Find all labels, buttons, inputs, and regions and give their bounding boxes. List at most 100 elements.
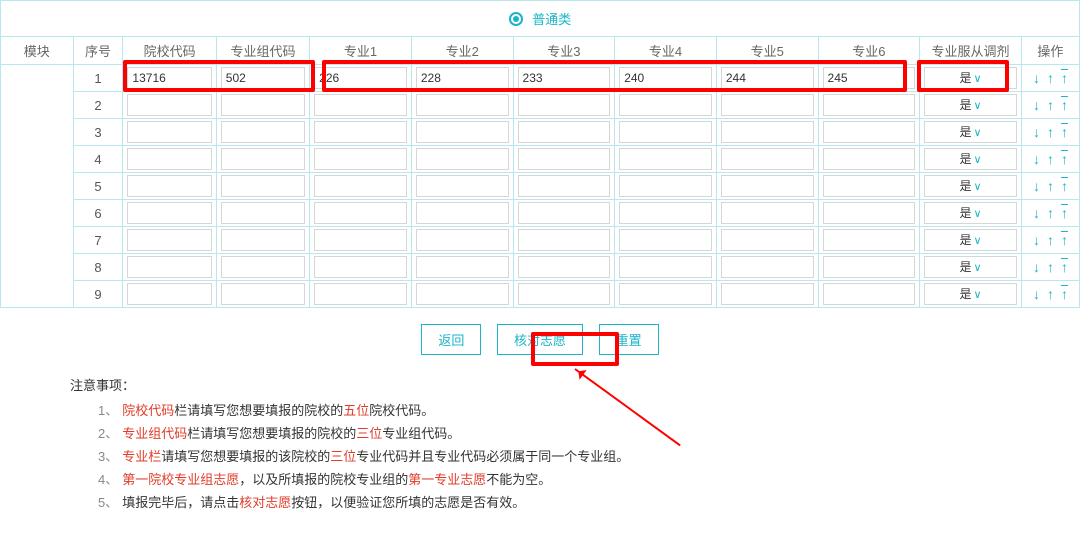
m6-input[interactable] [823, 283, 916, 305]
m2-input[interactable] [416, 67, 509, 89]
move-up-icon[interactable]: ↑ [1043, 152, 1057, 166]
obey-select[interactable]: 是∨ [924, 283, 1017, 305]
radio-selected-icon[interactable] [509, 12, 523, 26]
m6-input[interactable] [823, 94, 916, 116]
m3-input[interactable] [518, 202, 611, 224]
move-up-icon[interactable]: ↑ [1043, 233, 1057, 247]
move-down-icon[interactable]: ↓ [1029, 125, 1043, 139]
obey-select[interactable]: 是∨ [924, 175, 1017, 197]
move-down-icon[interactable]: ↓ [1029, 71, 1043, 85]
m2-input[interactable] [416, 94, 509, 116]
obey-select[interactable]: 是∨ [924, 94, 1017, 116]
m4-input[interactable] [619, 256, 712, 278]
m4-input[interactable] [619, 148, 712, 170]
m3-input[interactable] [518, 148, 611, 170]
m1-input[interactable] [314, 229, 407, 251]
m5-input[interactable] [721, 67, 814, 89]
move-up-icon[interactable]: ↑ [1043, 206, 1057, 220]
m2-input[interactable] [416, 283, 509, 305]
verify-button[interactable]: 核对志愿 [497, 324, 583, 355]
m4-input[interactable] [619, 67, 712, 89]
m4-input[interactable] [619, 283, 712, 305]
move-up-icon[interactable]: ↑ [1043, 260, 1057, 274]
m5-input[interactable] [721, 94, 814, 116]
m5-input[interactable] [721, 121, 814, 143]
move-top-icon[interactable]: ↑ [1057, 287, 1071, 301]
obey-select[interactable]: 是∨ [924, 256, 1017, 278]
move-down-icon[interactable]: ↓ [1029, 179, 1043, 193]
school-input[interactable] [127, 229, 211, 251]
m1-input[interactable] [314, 121, 407, 143]
move-top-icon[interactable]: ↑ [1057, 152, 1071, 166]
m2-input[interactable] [416, 229, 509, 251]
move-down-icon[interactable]: ↓ [1029, 98, 1043, 112]
m6-input[interactable] [823, 175, 916, 197]
m5-input[interactable] [721, 202, 814, 224]
move-down-icon[interactable]: ↓ [1029, 152, 1043, 166]
obey-select[interactable]: 是∨ [924, 121, 1017, 143]
m3-input[interactable] [518, 175, 611, 197]
m4-input[interactable] [619, 94, 712, 116]
move-up-icon[interactable]: ↑ [1043, 98, 1057, 112]
m3-input[interactable] [518, 121, 611, 143]
obey-select[interactable]: 是∨ [924, 229, 1017, 251]
move-down-icon[interactable]: ↓ [1029, 206, 1043, 220]
m1-input[interactable] [314, 175, 407, 197]
group-input[interactable] [221, 202, 305, 224]
obey-select[interactable]: 是∨ [924, 202, 1017, 224]
m1-input[interactable] [314, 256, 407, 278]
move-top-icon[interactable]: ↑ [1057, 206, 1071, 220]
group-input[interactable] [221, 67, 305, 89]
m5-input[interactable] [721, 283, 814, 305]
group-input[interactable] [221, 229, 305, 251]
m3-input[interactable] [518, 229, 611, 251]
school-input[interactable] [127, 256, 211, 278]
m4-input[interactable] [619, 202, 712, 224]
m4-input[interactable] [619, 121, 712, 143]
school-input[interactable] [127, 283, 211, 305]
m5-input[interactable] [721, 148, 814, 170]
m3-input[interactable] [518, 67, 611, 89]
move-down-icon[interactable]: ↓ [1029, 287, 1043, 301]
move-up-icon[interactable]: ↑ [1043, 287, 1057, 301]
m6-input[interactable] [823, 121, 916, 143]
m1-input[interactable] [314, 202, 407, 224]
move-top-icon[interactable]: ↑ [1057, 260, 1071, 274]
move-up-icon[interactable]: ↑ [1043, 125, 1057, 139]
obey-select[interactable]: 是∨ [924, 148, 1017, 170]
m1-input[interactable] [314, 67, 407, 89]
move-top-icon[interactable]: ↑ [1057, 98, 1071, 112]
group-input[interactable] [221, 256, 305, 278]
move-up-icon[interactable]: ↑ [1043, 71, 1057, 85]
school-input[interactable] [127, 94, 211, 116]
move-top-icon[interactable]: ↑ [1057, 71, 1071, 85]
back-button[interactable]: 返回 [421, 324, 481, 355]
category-label[interactable]: 普通类 [532, 12, 571, 27]
m3-input[interactable] [518, 283, 611, 305]
m2-input[interactable] [416, 175, 509, 197]
move-top-icon[interactable]: ↑ [1057, 125, 1071, 139]
reset-button[interactable]: 重置 [599, 324, 659, 355]
school-input[interactable] [127, 148, 211, 170]
m4-input[interactable] [619, 229, 712, 251]
group-input[interactable] [221, 94, 305, 116]
school-input[interactable] [127, 202, 211, 224]
m1-input[interactable] [314, 94, 407, 116]
m3-input[interactable] [518, 94, 611, 116]
school-input[interactable] [127, 175, 211, 197]
m2-input[interactable] [416, 256, 509, 278]
move-down-icon[interactable]: ↓ [1029, 260, 1043, 274]
m6-input[interactable] [823, 256, 916, 278]
obey-select[interactable]: 是∨ [924, 67, 1017, 89]
move-up-icon[interactable]: ↑ [1043, 179, 1057, 193]
m5-input[interactable] [721, 229, 814, 251]
m1-input[interactable] [314, 148, 407, 170]
m1-input[interactable] [314, 283, 407, 305]
group-input[interactable] [221, 175, 305, 197]
move-down-icon[interactable]: ↓ [1029, 233, 1043, 247]
m2-input[interactable] [416, 202, 509, 224]
m5-input[interactable] [721, 256, 814, 278]
group-input[interactable] [221, 283, 305, 305]
move-top-icon[interactable]: ↑ [1057, 179, 1071, 193]
m6-input[interactable] [823, 229, 916, 251]
